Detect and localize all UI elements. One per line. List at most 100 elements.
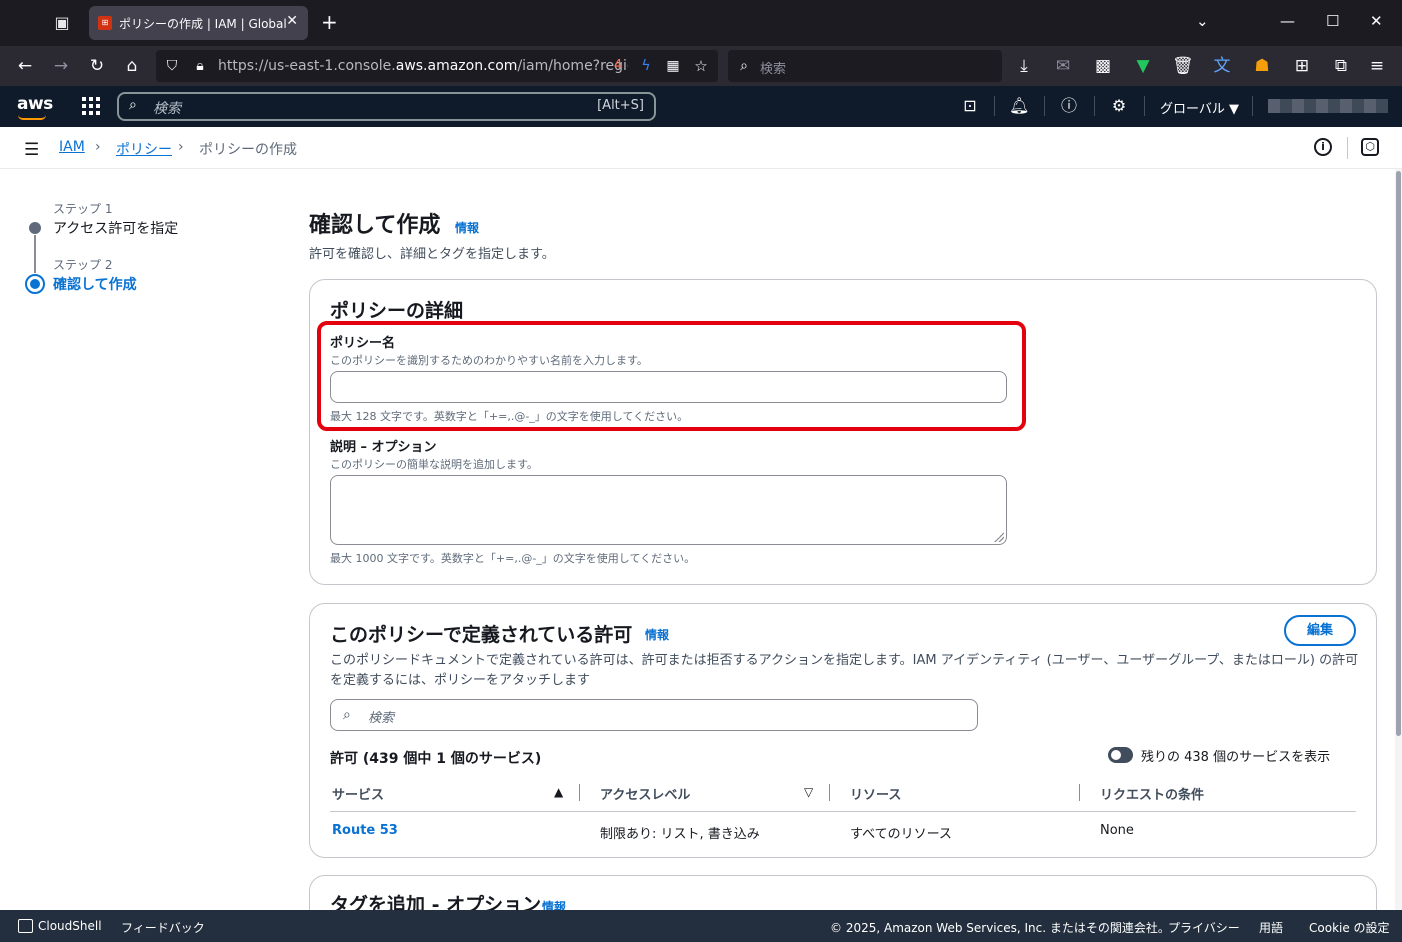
help-icon[interactable]: ⓘ (1059, 96, 1079, 116)
search-icon: ⌕ (740, 58, 748, 74)
account-menu-redacted[interactable] (1268, 99, 1388, 113)
divider (1347, 137, 1348, 159)
permissions-count: 許可 (439 個中 1 個のサービス) (330, 751, 542, 767)
home-icon[interactable]: ⌂ (122, 56, 142, 76)
row-service-link[interactable]: Route 53 (332, 823, 398, 838)
footer-cookie[interactable]: Cookie の設定 (1309, 919, 1390, 936)
qr-icon[interactable]: ▦ (663, 56, 683, 76)
bell-icon[interactable]: 🔔︎ (1009, 96, 1029, 116)
nav-divider (1094, 96, 1095, 116)
reload-icon[interactable]: ↻ (87, 56, 107, 76)
download-manager-icon[interactable]: ▼ (1133, 56, 1153, 76)
info-panel-icon[interactable]: i (1314, 138, 1332, 156)
minimize-icon[interactable]: — (1280, 12, 1295, 30)
column-header-service[interactable]: サービス (332, 784, 384, 803)
nav-divider (1252, 96, 1253, 116)
lock-icon[interactable]: 🔒︎ (190, 56, 210, 76)
column-divider[interactable] (579, 784, 580, 801)
menu-icon[interactable]: ≡ (1367, 56, 1387, 76)
breadcrumb-bar: ☰ IAM › ポリシー › ポリシーの作成 i ⬡ (0, 127, 1402, 169)
footer-cloudshell[interactable]: CloudShell (38, 919, 102, 933)
browser-nav-bar: ← → ↻ ⌂ ⛉ 🔒︎ https://us-east-1.console.a… (0, 46, 1402, 86)
permissions-info-link[interactable]: 情報 (645, 626, 669, 643)
bookmark-star-icon[interactable]: ☆ (691, 56, 711, 76)
step-connector (34, 235, 36, 273)
step-1-label: ステップ 1 (53, 202, 113, 216)
puzzle-avatar-icon[interactable]: ☗ (1252, 56, 1272, 76)
nav-divider (1044, 96, 1045, 116)
footer-privacy[interactable]: プライバシー (1168, 919, 1240, 936)
region-selector[interactable]: グローバル ▼ (1160, 98, 1239, 117)
hamburger-menu-icon[interactable]: ☰ (24, 140, 39, 160)
footer-copyright: © 2025, Amazon Web Services, Inc. またはその関… (830, 921, 1170, 935)
footer-feedback[interactable]: フィードバック (121, 919, 205, 936)
description-hint: 最大 1000 文字です。英数字と「+=,.@-_」の文字を使用してください。 (330, 552, 696, 565)
close-window-icon[interactable]: ✕ (1370, 12, 1383, 30)
edit-button[interactable]: 編集 (1284, 615, 1356, 646)
trash-icon[interactable]: 🗑︎ (1172, 56, 1194, 76)
sort-descending-icon[interactable]: ▽ (804, 785, 813, 799)
footer-terms[interactable]: 用語 (1259, 919, 1283, 936)
column-divider[interactable] (829, 784, 830, 801)
shield-icon[interactable]: ⛉ (162, 56, 182, 76)
permissions-search-input[interactable]: ⌕ 検索 (330, 699, 978, 731)
aws-top-nav: aws ⌕ 検索 [Alt+S] ⊡ 🔔︎ ⓘ ⚙ グローバル ▼ (0, 86, 1402, 127)
resize-handle-icon[interactable] (994, 532, 1004, 542)
url-text: https://us-east-1.console.aws.amazon.com… (218, 58, 628, 74)
tab-title: ポリシーの作成 | IAM | Global (119, 17, 287, 31)
permissions-description: このポリシードキュメントで定義されている許可は、許可または拒否するアクションを指… (330, 653, 1359, 688)
new-tab-icon[interactable]: + (321, 12, 338, 32)
aws-search-input[interactable]: ⌕ 検索 [Alt+S] (117, 92, 656, 121)
permissions-title: このポリシーで定義されている許可 (330, 624, 633, 646)
services-grid-icon[interactable] (82, 97, 100, 115)
maximize-icon[interactable]: ☐ (1326, 12, 1339, 30)
breadcrumb-current: ポリシーの作成 (199, 142, 297, 158)
cloudshell-icon[interactable] (18, 919, 33, 933)
sort-ascending-icon[interactable]: ▲ (554, 785, 563, 799)
aws-logo[interactable]: aws (17, 94, 53, 114)
page-info-link[interactable]: 情報 (455, 219, 479, 236)
nav-divider (1144, 96, 1145, 116)
aws-smile-icon (18, 115, 46, 120)
hexagon-icon[interactable]: ⬡ (1361, 138, 1379, 156)
breadcrumb-policies[interactable]: ポリシー (116, 139, 172, 159)
column-divider[interactable] (1079, 784, 1080, 801)
policy-name-highlight (317, 321, 1026, 431)
grid-extension-icon[interactable]: ⊞ (1292, 56, 1312, 76)
description-textarea[interactable] (330, 475, 1007, 545)
tab-close-icon[interactable]: ✕ (286, 13, 298, 29)
browser-tab-active[interactable]: ⊞ ポリシーの作成 | IAM | Global ✕ (89, 6, 308, 40)
step-1-dot-icon (29, 222, 41, 234)
description-help: このポリシーの簡単な説明を追加します。 (330, 458, 538, 471)
url-bar[interactable]: ⛉ 🔒︎ https://us-east-1.console.aws.amazo… (156, 50, 718, 82)
breadcrumb-separator-icon: › (178, 139, 184, 155)
forward-icon[interactable]: → (51, 56, 71, 76)
extension-counter-icon[interactable]: 4 (608, 56, 628, 76)
page-title: 確認して作成 (309, 213, 441, 238)
pattern-extension-icon[interactable]: ▩ (1093, 56, 1113, 76)
column-header-resource[interactable]: リソース (850, 784, 901, 803)
scrollbar-thumb[interactable] (1396, 171, 1401, 736)
breadcrumb-iam[interactable]: IAM (59, 139, 85, 155)
browser-search-input[interactable]: ⌕ 検索 (728, 50, 1002, 82)
show-remaining-label[interactable]: 残りの 438 個のサービスを表示 (1141, 746, 1330, 765)
step-1-name[interactable]: アクセス許可を指定 (53, 218, 178, 238)
tab-overview-icon[interactable]: ▣ (52, 13, 72, 33)
back-icon[interactable]: ← (15, 56, 35, 76)
mail-icon[interactable]: ✉ (1053, 56, 1073, 76)
aws-favicon-icon: ⊞ (98, 16, 112, 30)
column-header-conditions[interactable]: リクエストの条件 (1100, 784, 1204, 803)
aws-search-placeholder: 検索 (153, 101, 181, 117)
translate-icon[interactable]: 文 (1212, 56, 1232, 76)
download-icon[interactable]: ⤓ (1014, 56, 1034, 76)
tab-list-chevron-icon[interactable]: ⌄ (1196, 12, 1209, 30)
cloudshell-icon[interactable]: ⊡ (960, 96, 980, 116)
table-header-divider (330, 811, 1356, 812)
row-condition: None (1100, 823, 1134, 838)
row-resource: すべてのリソース (850, 827, 952, 842)
column-header-access-level[interactable]: アクセスレベル (600, 784, 690, 803)
show-remaining-toggle[interactable] (1108, 747, 1133, 763)
lightning-icon[interactable]: ϟ (636, 56, 656, 76)
extensions-icon[interactable]: ⧉ (1331, 56, 1351, 76)
gear-icon[interactable]: ⚙ (1109, 96, 1129, 116)
